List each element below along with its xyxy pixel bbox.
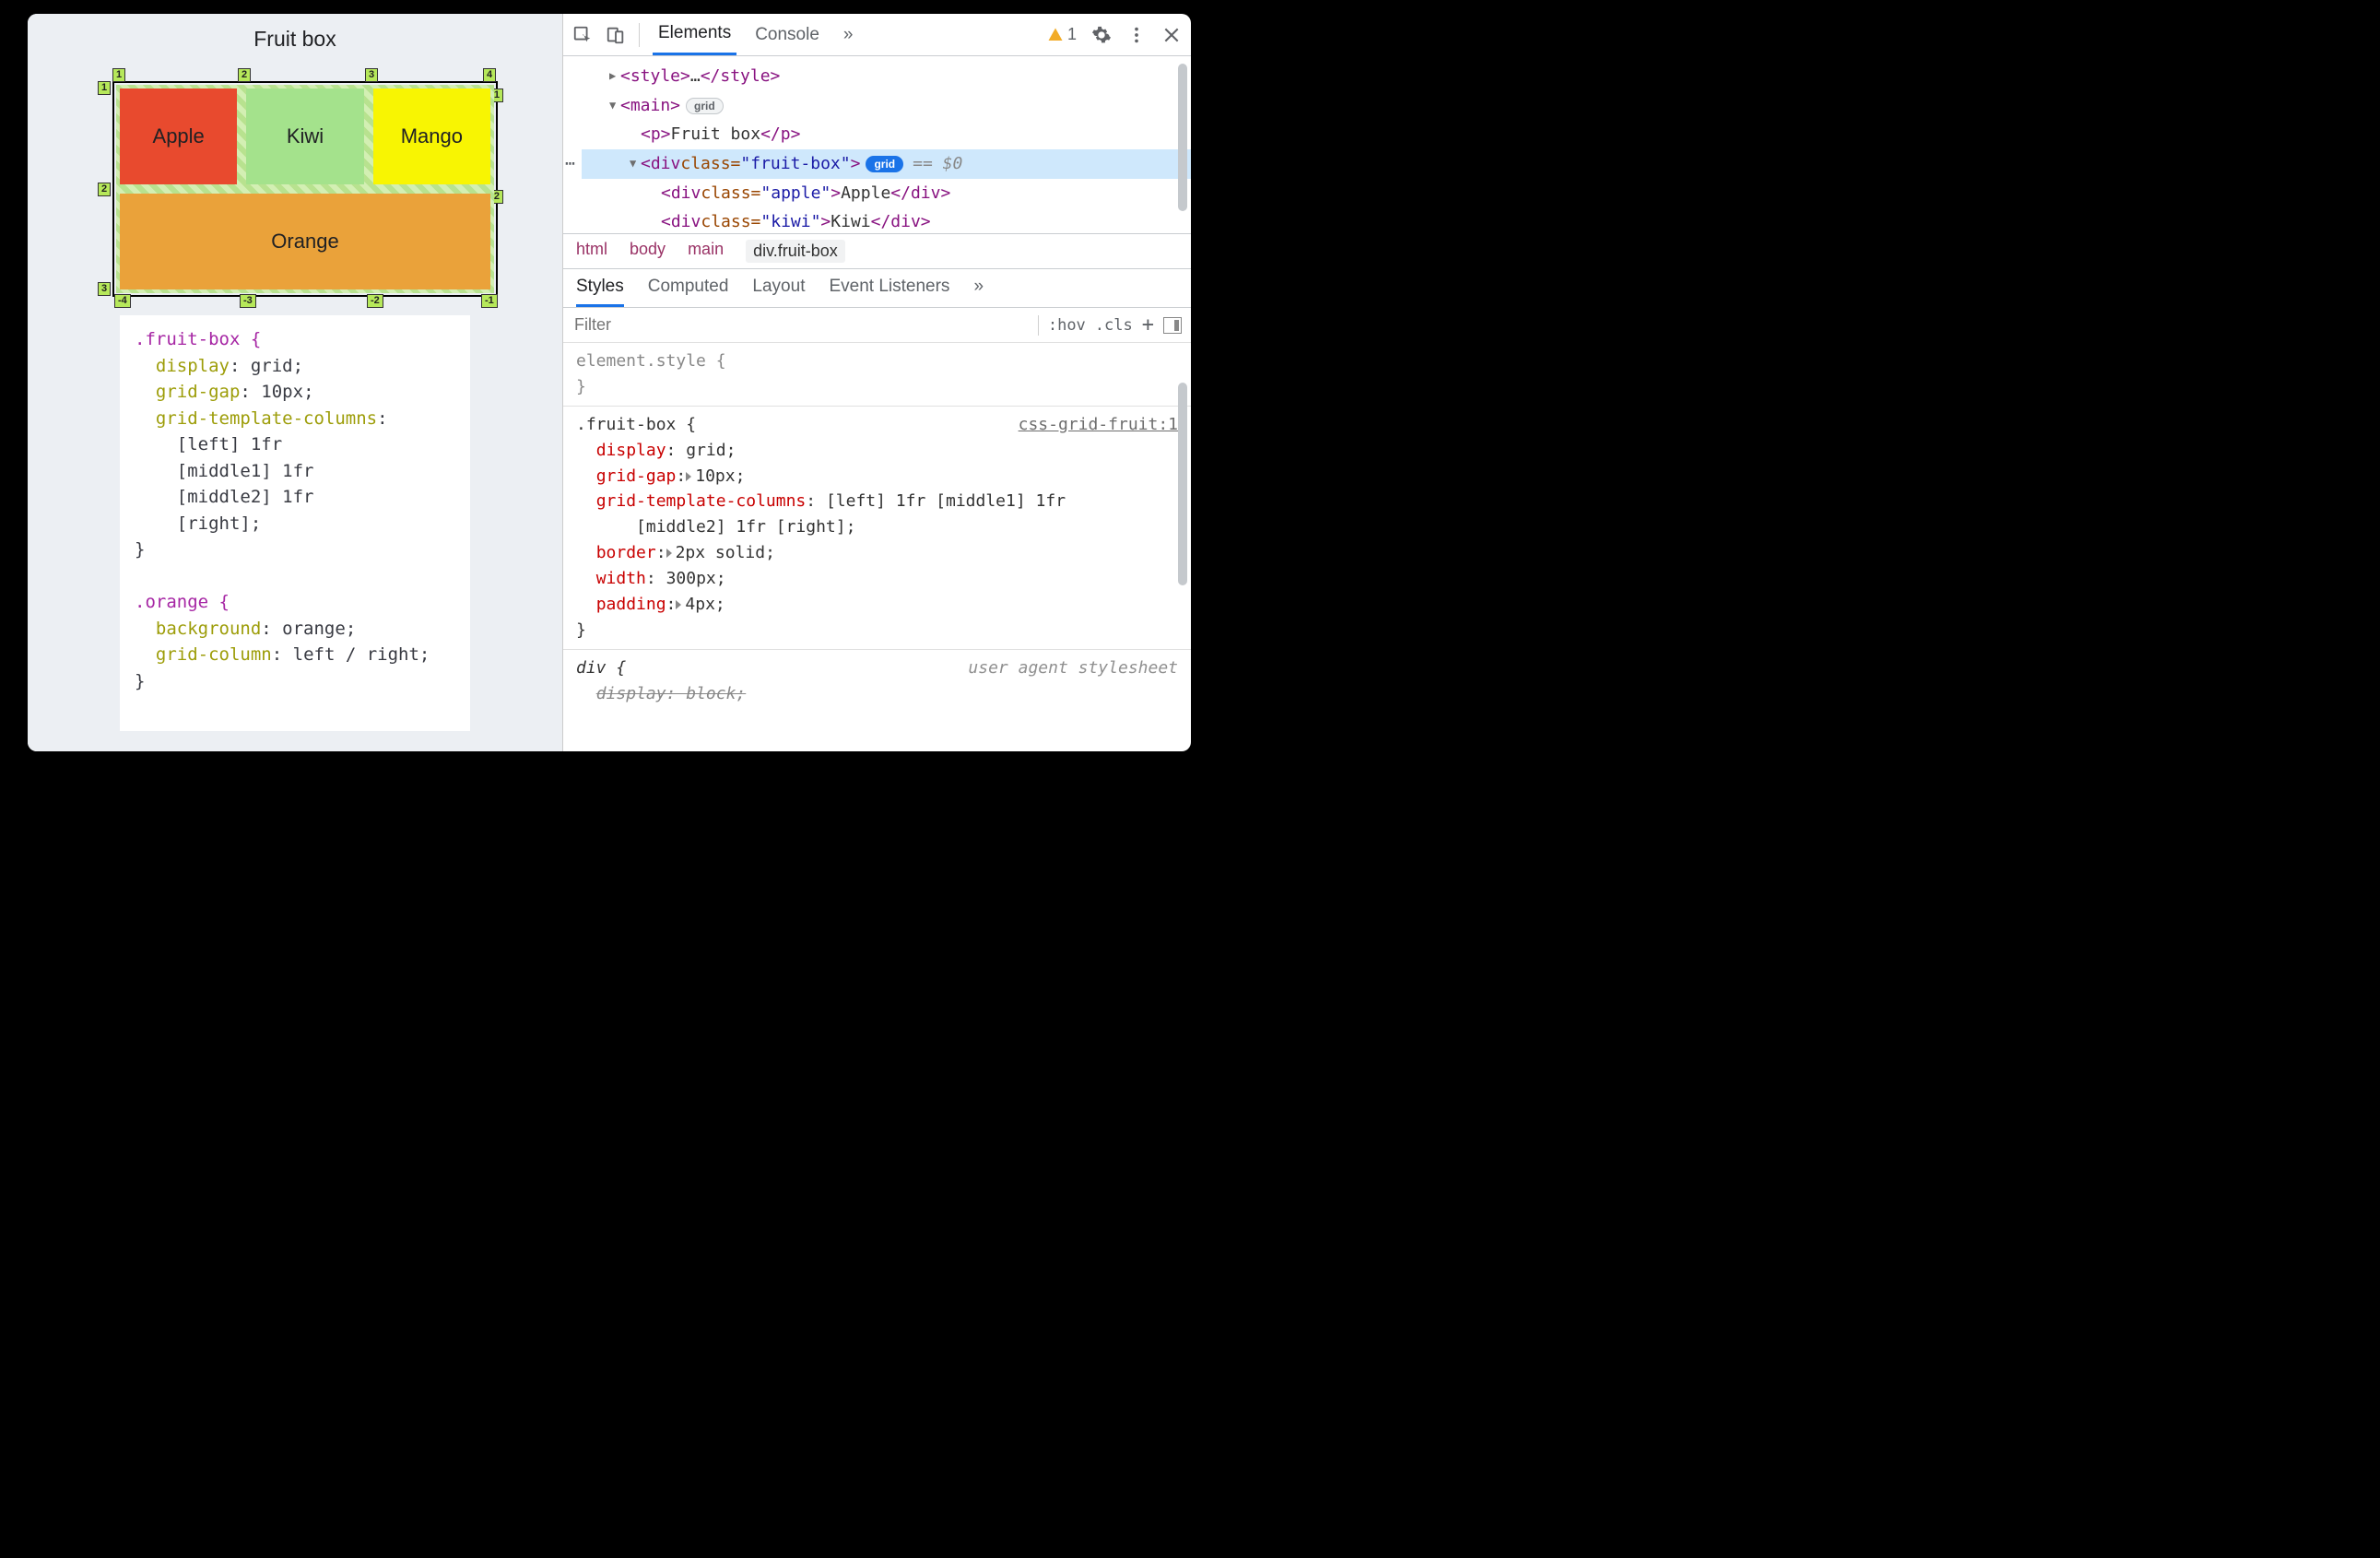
subtab-computed[interactable]: Computed	[648, 277, 729, 307]
warnings-button[interactable]: 1	[1047, 25, 1077, 44]
tab-more[interactable]: »	[838, 16, 859, 54]
subtab-styles[interactable]: Styles	[576, 277, 624, 307]
subtab-event-listeners[interactable]: Event Listeners	[829, 277, 949, 307]
gridline-label: 4	[483, 68, 496, 82]
gridline-label: -2	[367, 294, 383, 308]
inspect-icon[interactable]	[572, 25, 593, 45]
styles-toolbar: :hov .cls +	[563, 308, 1191, 343]
kebab-icon[interactable]	[1126, 25, 1147, 45]
gridline-label: 1	[112, 68, 125, 82]
crumb-body[interactable]: body	[630, 240, 666, 263]
dom-breadcrumb: html body main div.fruit-box	[563, 233, 1191, 269]
expand-icon[interactable]	[686, 472, 691, 481]
page-title: Fruit box	[253, 27, 336, 52]
source-css: .fruit-box { display: grid; grid-gap: 10…	[120, 315, 470, 731]
gridline-label: 2	[98, 183, 111, 196]
rendered-page: Fruit box 1 2 3 4 1 2 3 -1 -2 -4 -3 -2 -…	[28, 14, 562, 751]
scrollbar[interactable]	[1178, 383, 1187, 585]
expand-icon[interactable]	[676, 600, 681, 609]
gridline-label: -3	[240, 294, 256, 308]
cls-button[interactable]: .cls	[1095, 316, 1133, 335]
subtab-layout[interactable]: Layout	[752, 277, 805, 307]
grid-badge[interactable]: grid	[686, 98, 724, 114]
panel-toggle-icon[interactable]	[1163, 317, 1182, 334]
cell-kiwi: Kiwi	[246, 89, 363, 184]
styles-filter-input[interactable]	[572, 312, 1029, 338]
gridline-label: 1	[98, 81, 111, 95]
gridline-label: 2	[238, 68, 251, 82]
gridline-label: 3	[98, 282, 111, 296]
expand-icon[interactable]	[666, 549, 672, 558]
selected-dom-node: ▼<div class="fruit-box">grid== $0	[582, 149, 1191, 179]
new-rule-button[interactable]: +	[1142, 313, 1154, 336]
crumb-main[interactable]: main	[688, 240, 724, 263]
crumb-current[interactable]: div.fruit-box	[746, 240, 845, 263]
styles-subtabs: Styles Computed Layout Event Listeners »	[563, 269, 1191, 308]
source-link[interactable]: css-grid-fruit:1	[1019, 412, 1178, 438]
cell-mango: Mango	[373, 89, 490, 184]
gridline-label: 3	[365, 68, 378, 82]
scrollbar[interactable]	[1178, 64, 1187, 211]
devtools-panel: Elements Console » 1 ▶<sty	[562, 14, 1191, 751]
warning-count: 1	[1067, 25, 1077, 44]
styles-pane[interactable]: element.style { } .fruit-box {css-grid-f…	[563, 343, 1191, 713]
gridline-label: -4	[114, 294, 131, 308]
fruit-box-grid: Apple Kiwi Mango Orange	[116, 85, 494, 293]
device-toggle-icon[interactable]	[606, 25, 626, 45]
subtab-more[interactable]: »	[973, 277, 984, 307]
gridline-label: -1	[481, 294, 498, 308]
crumb-html[interactable]: html	[576, 240, 607, 263]
grid-overlay: 1 2 3 4 1 2 3 -1 -2 -4 -3 -2 -1 Apple Ki…	[92, 61, 498, 302]
tab-elements[interactable]: Elements	[653, 14, 736, 55]
grid-badge[interactable]: grid	[866, 156, 903, 172]
gear-icon[interactable]	[1091, 25, 1112, 45]
close-icon[interactable]	[1161, 25, 1182, 45]
dom-tree[interactable]: ▶<style>…</style> ▼<main>grid <p>Fruit b…	[563, 56, 1191, 233]
cell-apple: Apple	[120, 89, 237, 184]
hov-button[interactable]: :hov	[1048, 316, 1086, 335]
devtools-toolbar: Elements Console » 1	[563, 14, 1191, 56]
tab-console[interactable]: Console	[749, 16, 825, 54]
cell-orange: Orange	[120, 194, 490, 289]
